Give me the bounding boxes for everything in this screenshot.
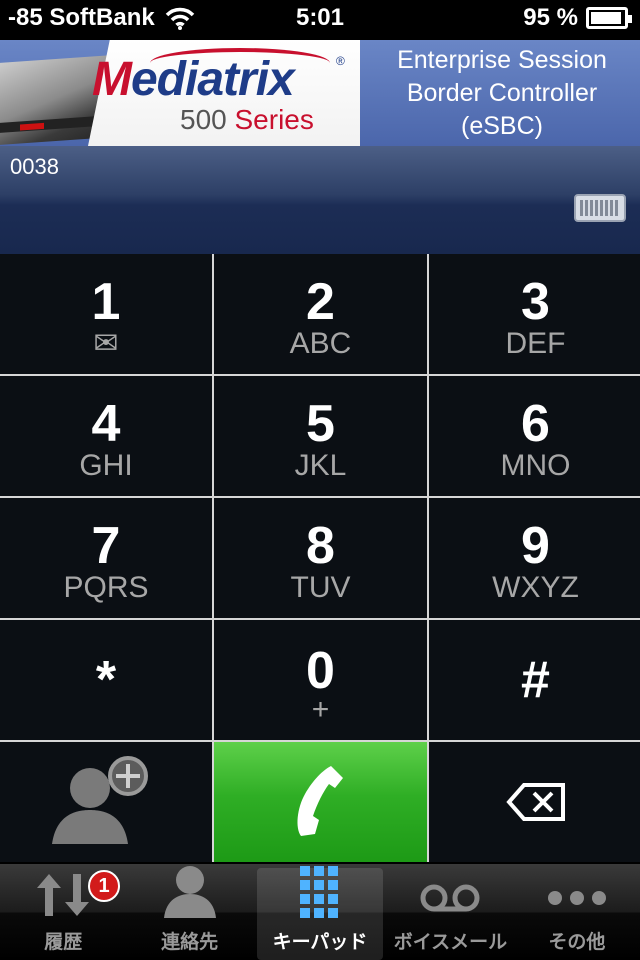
key-7[interactable]: 7 PQRS [0,498,212,618]
product-line-2: Border Controller [406,79,598,107]
call-button[interactable] [214,742,427,862]
status-right: 95 % [523,4,632,32]
phone-icon [291,762,351,842]
status-bar: -85 SoftBank 5:01 95 % [0,0,640,40]
key-hash[interactable]: # [429,620,640,740]
tab-bar: 1 履歴 連絡先 キーパッド ボイスメール その他 [0,864,640,960]
contacts-icon [162,862,218,923]
key-4[interactable]: 4 GHI [0,376,212,496]
registered-mark: ® [336,54,345,68]
brand-logo: Mediatrix [92,53,295,106]
voicemail-icon [420,878,480,923]
dialed-number: 0038 [10,154,59,179]
tab-more[interactable]: その他 [514,864,640,960]
keypad-icon [300,866,340,923]
product-line-3: (eSBC) [461,112,543,140]
tab-voicemail[interactable]: ボイスメール [387,864,513,960]
number-display: 0038 [0,146,640,254]
history-badge: 1 [88,870,120,902]
tab-keypad[interactable]: キーパッド [256,866,384,960]
key-1[interactable]: 1 ✉ [0,254,212,374]
backspace-icon [505,782,566,822]
battery-percent: 95 % [523,4,578,31]
tab-history[interactable]: 1 履歴 [0,864,126,960]
key-9[interactable]: 9 WXYZ [429,498,640,618]
brand-banner: Mediatrix ® 500 Series Enterprise Sessio… [0,40,640,146]
key-0[interactable]: 0 + [214,620,427,740]
keypad: 1 ✉ 2 ABC 3 DEF 4 GHI 5 JKL 6 MNO 7 PQRS… [0,254,640,862]
key-3[interactable]: 3 DEF [429,254,640,374]
series-label: 500 Series [180,104,314,135]
add-contact-button[interactable] [0,742,212,862]
product-line-1: Enterprise Session [397,46,607,74]
history-icon [35,872,91,923]
key-star[interactable]: * [0,620,212,740]
more-icon [545,878,609,923]
product-description: Enterprise Session Border Controller (eS… [370,44,634,143]
voicemail-envelope-icon: ✉ [93,327,119,360]
key-6[interactable]: 6 MNO [429,376,640,496]
tab-contacts[interactable]: 連絡先 [126,864,252,960]
key-8[interactable]: 8 TUV [214,498,427,618]
add-contact-icon [46,752,166,852]
key-2[interactable]: 2 ABC [214,254,427,374]
delete-button[interactable] [429,742,640,862]
key-5[interactable]: 5 JKL [214,376,427,496]
battery-icon [586,7,632,29]
keyboard-icon[interactable] [574,194,626,222]
